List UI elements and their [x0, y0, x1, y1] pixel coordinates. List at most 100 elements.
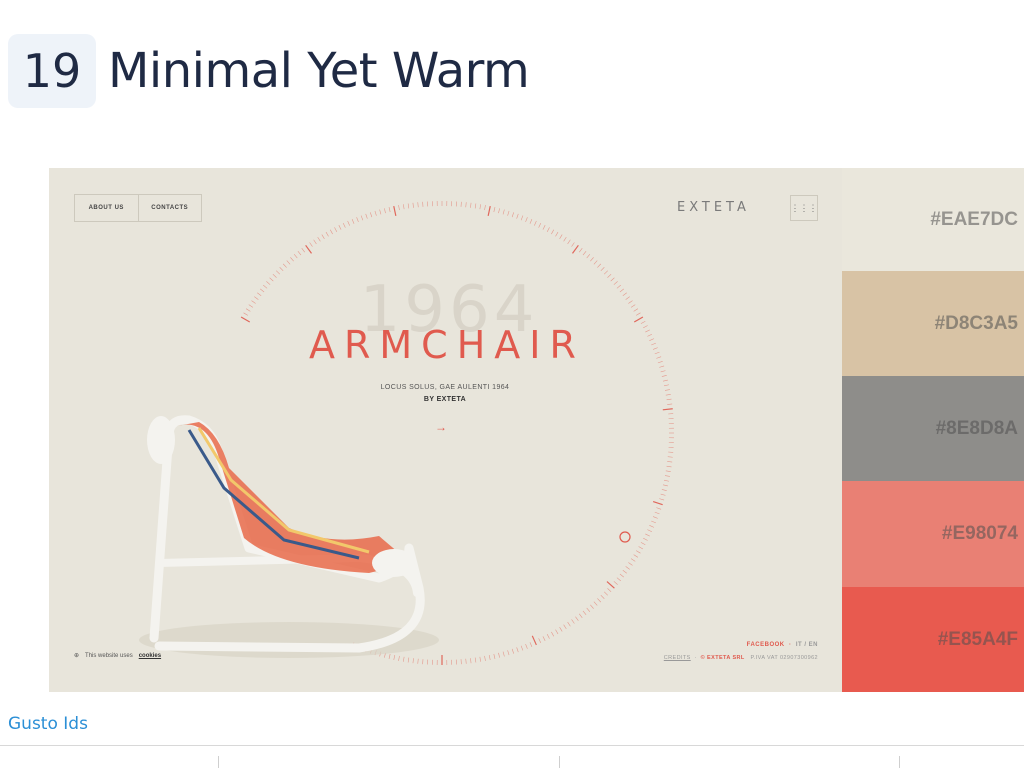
- dial-tick: [538, 222, 542, 228]
- brand-logo[interactable]: EXTETA: [677, 200, 750, 215]
- dial-tick: [563, 236, 567, 242]
- dial-tick: [393, 654, 396, 660]
- credits-link[interactable]: CREDITS: [664, 655, 691, 661]
- dial-tick: [630, 304, 636, 308]
- dial-tick: [403, 656, 405, 662]
- dial-tick: [571, 619, 575, 624]
- column-divider: [899, 756, 900, 768]
- dial-tick: [329, 229, 333, 235]
- dial-tick: [502, 651, 505, 657]
- source-link[interactable]: Gusto Ids: [8, 714, 88, 734]
- dial-tick: [666, 398, 672, 401]
- dial-tick: [520, 215, 524, 221]
- dial-tick: [393, 205, 397, 216]
- dial-tick: [603, 591, 608, 596]
- dial-tick: [640, 542, 646, 546]
- dial-tick: [667, 403, 673, 405]
- grid-menu-icon[interactable]: ⋮⋮⋮: [790, 195, 818, 221]
- arrow-right-icon[interactable]: →: [435, 420, 447, 434]
- dial-tick: [507, 210, 510, 216]
- dial-tick: [286, 260, 291, 265]
- dial-tick: [379, 209, 382, 215]
- facebook-link[interactable]: FACEBOOK: [747, 642, 785, 648]
- dial-tick: [559, 234, 563, 239]
- dial-tick: [559, 627, 563, 632]
- dial-tick: [417, 202, 419, 208]
- dial-tick: [470, 658, 472, 664]
- dial-tick: [525, 643, 528, 649]
- dial-tick: [272, 273, 277, 278]
- divider: [0, 745, 1024, 746]
- dial-tick: [659, 498, 665, 501]
- dial-knob-icon: [619, 531, 631, 543]
- dial-tick: [664, 389, 670, 391]
- color-palette: #EAE7DC #D8C3A5 #8E8D8A #E98074 #E85A4F: [842, 168, 1024, 692]
- dial-tick: [529, 642, 533, 647]
- dial-tick: [657, 361, 663, 364]
- dial-tick: [619, 288, 625, 293]
- dial-tick: [498, 652, 500, 658]
- swatch-2: #D8C3A5: [842, 271, 1024, 376]
- dial-tick: [628, 300, 633, 304]
- nav-bar: ABOUT US CONTACTS: [74, 194, 202, 222]
- cookie-link[interactable]: cookies: [139, 653, 161, 659]
- dial-tick: [251, 300, 256, 304]
- dial-tick: [479, 656, 481, 662]
- dial-tick: [384, 208, 386, 214]
- swatch-1-hex: #EAE7DC: [930, 208, 1018, 230]
- cookie-notice: ⊕ This website uses cookies: [74, 652, 161, 660]
- swatch-3: #8E8D8A: [842, 376, 1024, 481]
- dial-tick: [465, 658, 467, 664]
- dial-tick: [360, 215, 364, 221]
- dial-tick: [266, 281, 271, 285]
- dial-tick: [520, 645, 524, 651]
- dial-tick: [555, 629, 559, 635]
- dial-tick: [567, 621, 571, 627]
- dial-tick: [647, 333, 653, 337]
- swatch-2-hex: #D8C3A5: [934, 312, 1018, 334]
- nav-about-us-link[interactable]: ABOUT US: [75, 195, 138, 221]
- dial-tick: [542, 225, 546, 230]
- dial-tick: [498, 208, 500, 214]
- dial-tick: [551, 229, 555, 235]
- dial-tick: [338, 225, 342, 230]
- dial-tick: [643, 325, 648, 329]
- dial-tick: [652, 501, 663, 506]
- dial-tick: [282, 263, 287, 268]
- dial-tick: [633, 308, 639, 312]
- dial-tick: [593, 601, 598, 606]
- language-switch[interactable]: IT / EN: [796, 642, 818, 648]
- dial-tick: [538, 638, 542, 644]
- dial-tick: [636, 550, 641, 554]
- dial-tick: [531, 635, 537, 646]
- swatch-4-hex: #E98074: [941, 523, 1018, 544]
- dial-tick: [493, 653, 496, 659]
- dial-tick: [474, 203, 477, 209]
- product-headline: ARMCHAIR: [309, 323, 585, 367]
- dial-tick: [625, 566, 630, 570]
- dial-tick: [511, 648, 514, 654]
- dial-tick: [301, 248, 305, 253]
- column-divider: [218, 756, 219, 768]
- dial-tick: [610, 277, 615, 282]
- nav-contacts-link[interactable]: CONTACTS: [137, 195, 202, 221]
- dial-tick: [525, 217, 528, 223]
- dial-tick: [365, 213, 368, 219]
- dial-tick: [398, 655, 400, 661]
- dial-tick: [257, 292, 262, 296]
- dial-tick: [622, 292, 627, 296]
- header: 19 Minimal Yet Warm: [8, 34, 530, 108]
- dial-tick: [263, 284, 268, 289]
- dial-tick: [638, 546, 644, 550]
- dial-tick: [649, 338, 655, 341]
- dial-tick: [661, 489, 667, 491]
- dial-tick: [633, 316, 644, 323]
- dial-tick: [664, 475, 670, 477]
- dial-tick: [243, 312, 248, 316]
- footer-credits: CREDITS · © EXTETA SRL P.IVA VAT 0290730…: [663, 655, 818, 661]
- dial-tick: [645, 329, 650, 333]
- dial-tick: [652, 516, 658, 519]
- dial-tick: [613, 581, 618, 585]
- dial-tick: [407, 203, 410, 209]
- dial-tick: [663, 384, 669, 387]
